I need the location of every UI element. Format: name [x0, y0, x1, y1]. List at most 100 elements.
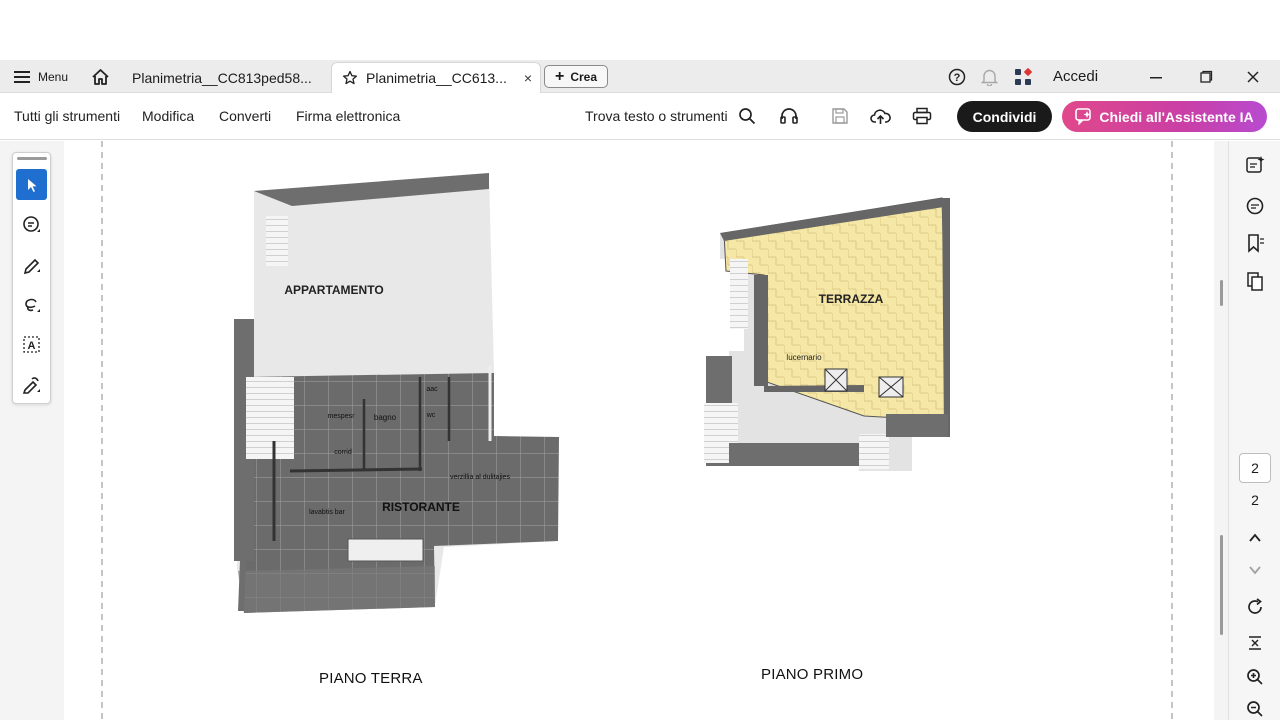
title-bar: Menu Planimetria__CC813ped58... Planimet… — [0, 60, 1280, 93]
comment-tool-button[interactable] — [16, 209, 47, 240]
room-storage: mespesr — [328, 413, 356, 420]
drag-handle[interactable] — [17, 157, 47, 160]
menu-all-tools[interactable]: Tutti gli strumenti — [14, 93, 120, 139]
close-window-button[interactable] — [1246, 60, 1260, 93]
document-scrollbar-upper[interactable] — [1220, 280, 1223, 306]
tab-document-1[interactable]: Planimetria__CC813ped58... — [122, 62, 327, 93]
menu-edit[interactable]: Modifica — [142, 93, 194, 139]
svg-text:A: A — [27, 340, 35, 352]
floorplan-drawing: APPARTAMENTO RISTORANTE bagno mespesr co… — [101, 141, 1173, 720]
highlight-pen-icon — [23, 258, 40, 274]
home-icon — [92, 68, 109, 85]
plus-icon: + — [554, 67, 565, 85]
search-tools-button[interactable]: Trova testo o strumenti — [585, 93, 756, 139]
ai-summary-icon — [1246, 156, 1265, 173]
print-button[interactable] — [911, 105, 933, 127]
previous-page-button[interactable] — [1242, 525, 1268, 551]
menu-e-signature[interactable]: Firma elettronica — [296, 93, 400, 139]
print-icon — [912, 107, 932, 125]
help-button[interactable]: ? — [948, 60, 966, 93]
help-icon: ? — [948, 68, 966, 85]
zoom-in-icon — [1247, 669, 1263, 685]
select-cursor-icon — [27, 178, 36, 192]
top-blank-strip — [0, 0, 1280, 60]
chat-icon — [1246, 197, 1264, 215]
comment-icon — [22, 215, 40, 232]
sign-icon — [22, 376, 40, 394]
room-apartment: APPARTAMENTO — [284, 283, 383, 297]
document-page: APPARTAMENTO RISTORANTE bagno mespesr co… — [64, 141, 1214, 720]
read-aloud-button[interactable] — [778, 105, 800, 127]
bookmarks-button[interactable] — [1242, 230, 1268, 256]
ground-floor-caption: PIANO TERRA — [319, 670, 423, 687]
apps-button[interactable] — [1014, 60, 1032, 93]
text-tool-button[interactable]: A — [16, 329, 47, 360]
room-restaurant: RISTORANTE — [382, 500, 460, 514]
comments-button[interactable] — [1242, 193, 1268, 219]
create-button[interactable]: + Crea — [544, 65, 608, 88]
bell-icon — [981, 69, 998, 86]
search-icon — [738, 108, 755, 125]
chevron-up-icon — [1249, 533, 1261, 542]
close-tab-button[interactable]: × — [524, 70, 532, 86]
room-bathroom: bagno — [374, 413, 397, 422]
apps-icon — [1015, 67, 1032, 85]
zoom-in-button[interactable] — [1242, 664, 1268, 690]
quick-tools-panel: A — [12, 152, 51, 404]
fit-page-icon — [1249, 636, 1261, 650]
lasso-icon — [24, 298, 40, 312]
select-tool-button[interactable] — [16, 169, 47, 200]
chevron-down-icon — [1249, 566, 1261, 575]
home-button[interactable] — [91, 60, 110, 93]
notifications-button[interactable] — [981, 60, 998, 93]
close-icon — [1247, 70, 1259, 83]
tab-label: Planimetria__CC613... — [366, 70, 507, 86]
share-button[interactable]: Condividi — [957, 101, 1052, 132]
text-box-icon: A — [22, 335, 40, 353]
sign-tool-button[interactable] — [16, 369, 47, 400]
save-icon — [832, 108, 848, 124]
room-bar: lavabtis bar — [309, 509, 345, 516]
headphones-icon — [780, 108, 798, 124]
create-label: Crea — [570, 69, 598, 84]
zoom-out-button[interactable] — [1242, 698, 1268, 720]
next-page-button[interactable] — [1242, 557, 1268, 583]
minimize-icon — [1150, 76, 1162, 78]
maximize-icon — [1200, 70, 1213, 83]
room-wc: wc — [426, 412, 436, 419]
rotate-button[interactable] — [1242, 594, 1268, 620]
room-terrace: TERRAZZA — [819, 292, 884, 306]
highlight-tool-button[interactable] — [16, 249, 47, 280]
rotate-icon — [1248, 598, 1262, 614]
cloud-upload-icon — [869, 109, 891, 124]
save-button[interactable] — [829, 105, 851, 127]
page-thumbnails-button[interactable] — [1242, 268, 1268, 294]
room-service: verzillia al dulitajies — [450, 474, 510, 481]
current-page-input[interactable]: 2 — [1239, 453, 1271, 483]
room-aac: aac — [426, 386, 438, 393]
tab-document-2[interactable]: Planimetria__CC613... × — [331, 62, 541, 93]
maximize-button[interactable] — [1199, 60, 1213, 93]
ai-assistant-icon — [1075, 108, 1092, 125]
tab-label: Planimetria__CC813ped58... — [132, 69, 312, 86]
menu-label: Menu — [38, 69, 69, 84]
menu-button[interactable]: Menu — [14, 60, 68, 93]
fit-page-button[interactable] — [1242, 630, 1268, 656]
draw-tool-button[interactable] — [16, 289, 47, 320]
pages-icon — [1247, 272, 1263, 291]
ground-floor-plan: APPARTAMENTO RISTORANTE bagno mespesr co… — [234, 173, 559, 613]
menu-convert[interactable]: Converti — [219, 93, 271, 139]
ai-summary-button[interactable] — [1242, 152, 1268, 178]
room-corridor: corrid — [334, 449, 352, 456]
upload-button[interactable] — [869, 105, 891, 127]
ai-assistant-label: Chiedi all'Assistente IA — [1099, 108, 1254, 125]
search-tools-label: Trova testo o strumenti — [585, 108, 728, 124]
room-skylight: lucernario — [786, 353, 822, 362]
minimize-button[interactable] — [1149, 60, 1163, 93]
ai-assistant-button[interactable]: Chiedi all'Assistente IA — [1062, 101, 1267, 132]
bookmark-icon — [1248, 234, 1264, 253]
star-icon — [342, 70, 358, 85]
sign-in-button[interactable]: Accedi — [1053, 60, 1098, 93]
document-scrollbar-thumb[interactable] — [1220, 535, 1223, 635]
zoom-out-icon — [1247, 701, 1263, 717]
